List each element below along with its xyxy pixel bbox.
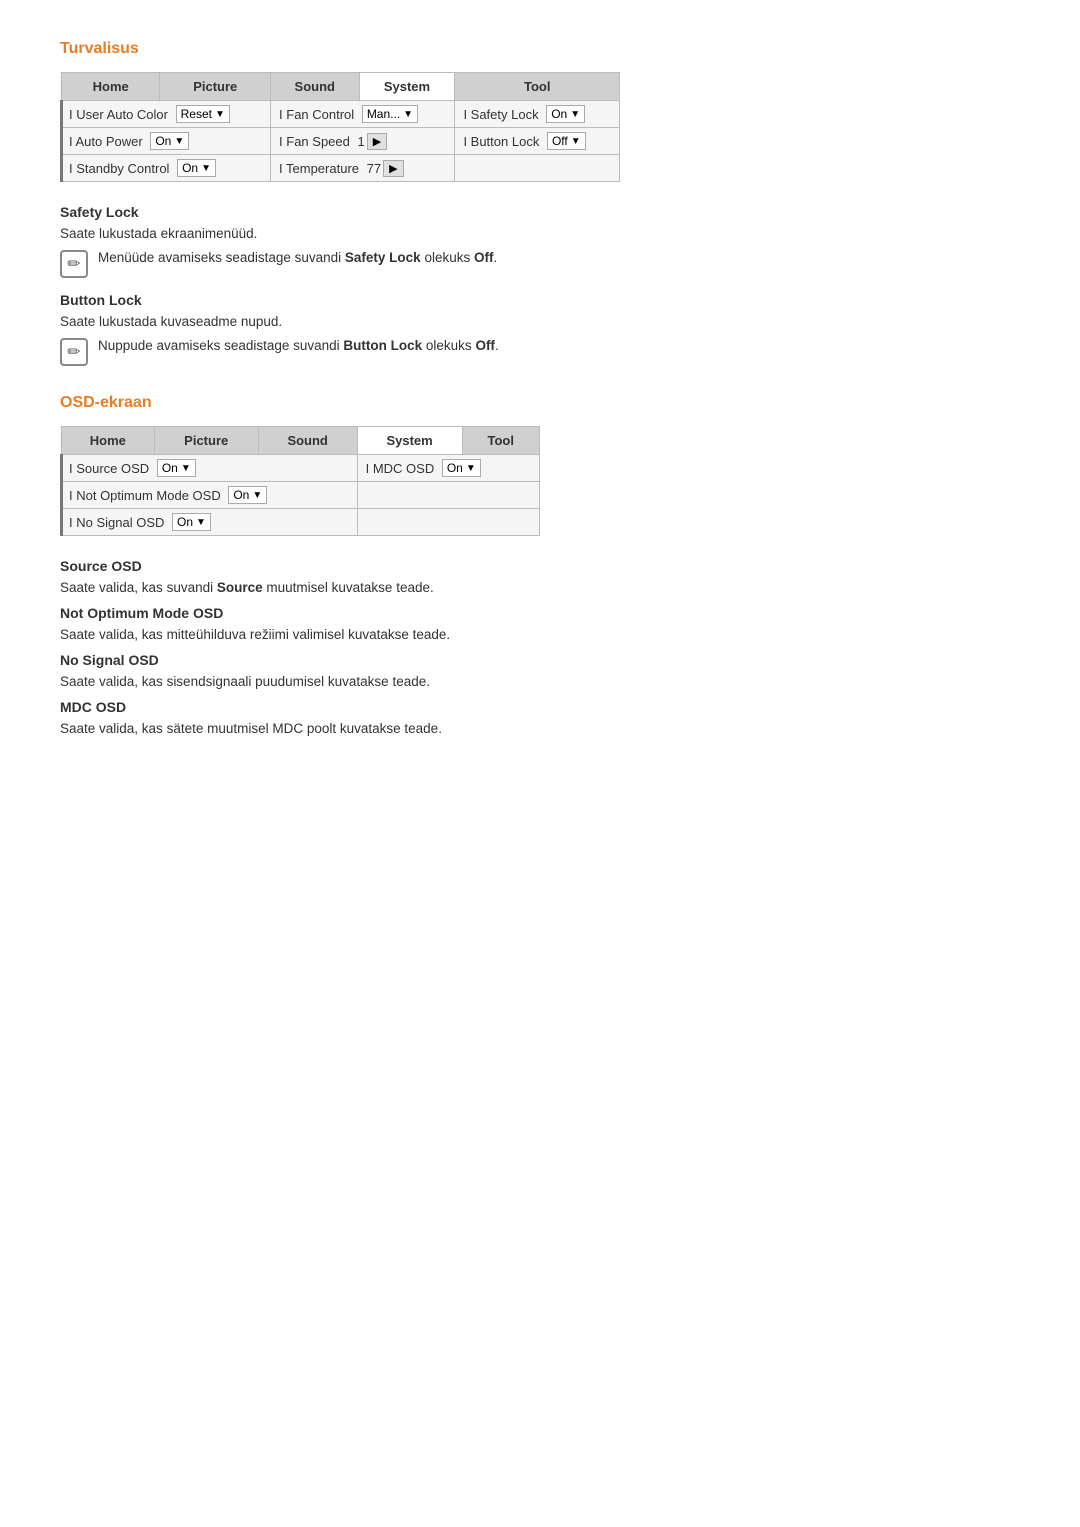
user-auto-color-dropdown[interactable]: Reset ▼ xyxy=(176,105,230,123)
turvalisus-menu-table: Home Picture Sound System Tool I User Au… xyxy=(60,72,620,182)
pencil-icon-2: ✏ xyxy=(60,338,88,366)
turvalisus-section: Turvalisus Home Picture Sound System Too… xyxy=(60,40,1020,366)
dropdown-arrow: ▼ xyxy=(181,463,191,474)
empty-osd-cell xyxy=(357,482,539,509)
button-lock-dropdown[interactable]: Off ▼ xyxy=(547,132,586,150)
safety-lock-heading: Safety Lock xyxy=(60,204,1020,220)
tab-home[interactable]: Home xyxy=(62,73,160,101)
fan-control-cell: I Fan Control Man... ▼ xyxy=(271,101,455,128)
source-osd-cell: I Source OSD On ▼ xyxy=(62,455,358,482)
source-osd-dropdown[interactable]: On ▼ xyxy=(157,459,196,477)
osd-tab-system[interactable]: System xyxy=(357,427,462,455)
dropdown-arrow: ▼ xyxy=(174,136,184,147)
standby-control-cell: I Standby Control On ▼ xyxy=(62,155,271,182)
osd-tab-picture[interactable]: Picture xyxy=(154,427,258,455)
empty-cell xyxy=(455,155,620,182)
fan-speed-label: I Fan Speed xyxy=(279,134,350,149)
button-lock-label: I Button Lock xyxy=(463,134,539,149)
auto-power-cell: I Auto Power On ▼ xyxy=(62,128,271,155)
osd-ekraan-section: OSD-ekraan Home Picture Sound System Too… xyxy=(60,394,1020,736)
no-signal-dropdown[interactable]: On ▼ xyxy=(172,513,211,531)
osd-tab-tool[interactable]: Tool xyxy=(462,427,539,455)
no-signal-label: I No Signal OSD xyxy=(69,515,164,530)
fan-control-dropdown[interactable]: Man... ▼ xyxy=(362,105,418,123)
not-optimum-para: Saate valida, kas mitteühilduva režiimi … xyxy=(60,627,1020,642)
osd-tab-home[interactable]: Home xyxy=(62,427,155,455)
not-optimum-heading: Not Optimum Mode OSD xyxy=(60,605,1020,621)
col1-cell: I User Auto Color Reset ▼ xyxy=(62,101,271,128)
table-row: I Not Optimum Mode OSD On ▼ xyxy=(62,482,540,509)
tab-tool[interactable]: Tool xyxy=(455,73,620,101)
dropdown-arrow: ▼ xyxy=(252,490,262,501)
mdc-osd-cell: I MDC OSD On ▼ xyxy=(357,455,539,482)
user-auto-color-label: I User Auto Color xyxy=(69,107,168,122)
tab-system[interactable]: System xyxy=(359,73,455,101)
source-osd-label: I Source OSD xyxy=(69,461,149,476)
source-osd-para: Saate valida, kas suvandi Source muutmis… xyxy=(60,580,1020,595)
pencil-icon: ✏ xyxy=(60,250,88,278)
not-optimum-label: I Not Optimum Mode OSD xyxy=(69,488,221,503)
dropdown-arrow: ▼ xyxy=(403,109,413,120)
temperature-label: I Temperature xyxy=(279,161,359,176)
auto-power-label: I Auto Power xyxy=(69,134,143,149)
table-row: I User Auto Color Reset ▼ I Fan Control xyxy=(62,101,620,128)
fan-speed-arrow-btn[interactable]: ▶ xyxy=(367,133,387,150)
safety-lock-dropdown[interactable]: On ▼ xyxy=(546,105,585,123)
table-row: I No Signal OSD On ▼ xyxy=(62,509,540,536)
button-lock-cell: I Button Lock Off ▼ xyxy=(455,128,620,155)
no-signal-para: Saate valida, kas sisendsignaali puudumi… xyxy=(60,674,1020,689)
mdc-osd-dropdown[interactable]: On ▼ xyxy=(442,459,481,477)
safety-lock-note-text: Menüüde avamiseks seadistage suvandi Saf… xyxy=(98,249,497,268)
no-signal-heading: No Signal OSD xyxy=(60,652,1020,668)
mdc-osd-label: I MDC OSD xyxy=(366,461,435,476)
mdc-osd-heading: MDC OSD xyxy=(60,699,1020,715)
mdc-osd-para: Saate valida, kas sätete muutmisel MDC p… xyxy=(60,721,1020,736)
turvalisus-title: Turvalisus xyxy=(60,40,1020,58)
dropdown-arrow: ▼ xyxy=(466,463,476,474)
fan-speed-value: 1 xyxy=(357,134,364,149)
empty-osd-cell-2 xyxy=(357,509,539,536)
auto-power-dropdown[interactable]: On ▼ xyxy=(150,132,189,150)
button-lock-note: ✏ Nuppude avamiseks seadistage suvandi B… xyxy=(60,337,1020,366)
dropdown-arrow: ▼ xyxy=(196,517,206,528)
source-osd-heading: Source OSD xyxy=(60,558,1020,574)
safety-lock-cell: I Safety Lock On ▼ xyxy=(455,101,620,128)
no-signal-cell: I No Signal OSD On ▼ xyxy=(62,509,358,536)
temperature-value: 77 xyxy=(367,161,381,176)
temperature-cell: I Temperature 77 ▶ xyxy=(271,155,455,182)
osd-tab-sound[interactable]: Sound xyxy=(258,427,357,455)
fan-control-label: I Fan Control xyxy=(279,107,354,122)
dropdown-arrow: ▼ xyxy=(570,109,580,120)
safety-lock-note: ✏ Menüüde avamiseks seadistage suvandi S… xyxy=(60,249,1020,278)
dropdown-arrow: ▼ xyxy=(571,136,581,147)
button-lock-para: Saate lukustada kuvaseadme nupud. xyxy=(60,314,1020,329)
dropdown-arrow: ▼ xyxy=(215,109,225,120)
standby-control-dropdown[interactable]: On ▼ xyxy=(177,159,216,177)
osd-menu-table: Home Picture Sound System Tool I Source … xyxy=(60,426,540,536)
table-row: I Source OSD On ▼ I MDC OSD On xyxy=(62,455,540,482)
safety-lock-para: Saate lukustada ekraanimenüüd. xyxy=(60,226,1020,241)
not-optimum-cell: I Not Optimum Mode OSD On ▼ xyxy=(62,482,358,509)
button-lock-heading: Button Lock xyxy=(60,292,1020,308)
safety-lock-label: I Safety Lock xyxy=(463,107,538,122)
user-auto-color-cell: I User Auto Color Reset ▼ xyxy=(69,105,262,123)
button-lock-note-text: Nuppude avamiseks seadistage suvandi But… xyxy=(98,337,499,356)
dropdown-arrow: ▼ xyxy=(201,163,211,174)
tab-picture[interactable]: Picture xyxy=(160,73,271,101)
not-optimum-dropdown[interactable]: On ▼ xyxy=(228,486,267,504)
standby-control-label: I Standby Control xyxy=(69,161,169,176)
table-row: I Auto Power On ▼ I Fan Speed 1 ▶ xyxy=(62,128,620,155)
temperature-arrow-btn[interactable]: ▶ xyxy=(383,160,403,177)
fan-speed-cell: I Fan Speed 1 ▶ xyxy=(271,128,455,155)
osd-ekraan-title: OSD-ekraan xyxy=(60,394,1020,412)
table-row: I Standby Control On ▼ I Temperature 77 … xyxy=(62,155,620,182)
tab-sound[interactable]: Sound xyxy=(271,73,359,101)
